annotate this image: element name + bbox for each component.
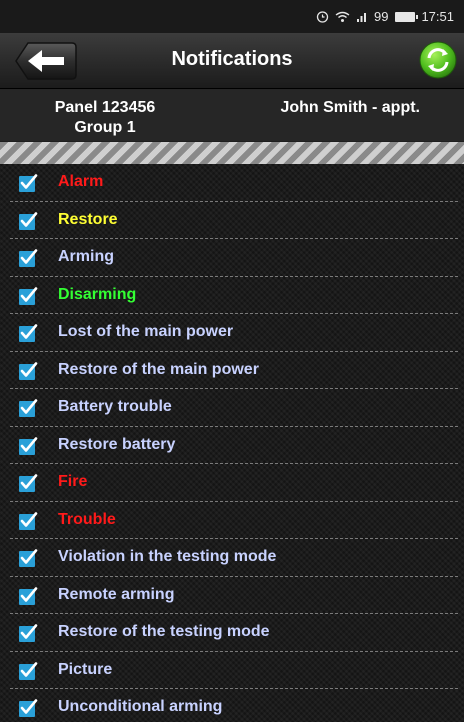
signal-value: 99 xyxy=(373,9,389,24)
checkbox[interactable] xyxy=(18,361,38,381)
notification-row[interactable]: Disarming xyxy=(10,277,458,314)
notification-row[interactable]: Trouble xyxy=(10,502,458,539)
alarm-clock-icon xyxy=(316,10,329,23)
checkbox[interactable] xyxy=(18,211,38,231)
notification-label: Disarming xyxy=(58,285,137,303)
battery-icon xyxy=(395,11,419,22)
notification-label: Arming xyxy=(58,248,114,265)
notification-row[interactable]: Arming xyxy=(10,239,458,277)
notification-row[interactable]: Violation in the testing mode xyxy=(10,539,458,577)
notification-row[interactable]: Fire xyxy=(10,464,458,502)
checkbox[interactable] xyxy=(18,586,38,606)
checkbox[interactable] xyxy=(18,248,38,268)
notification-row[interactable]: Restore battery xyxy=(10,427,458,464)
notification-label: Remote arming xyxy=(58,585,175,603)
app-bar: Notifications xyxy=(0,33,464,89)
notification-row[interactable]: Picture xyxy=(10,652,458,689)
checkbox[interactable] xyxy=(18,323,38,343)
panel-name: Panel 123456 xyxy=(54,99,156,116)
notification-label: Restore of the main power xyxy=(58,360,259,378)
checkbox[interactable] xyxy=(18,623,38,643)
notification-row[interactable]: Battery trouble xyxy=(10,389,458,427)
notification-row[interactable]: Alarm xyxy=(10,164,458,202)
checkbox[interactable] xyxy=(18,436,38,456)
notification-row[interactable]: Restore xyxy=(10,202,458,239)
notification-label: Restore xyxy=(58,210,118,228)
checkbox[interactable] xyxy=(18,511,38,531)
refresh-button[interactable] xyxy=(418,40,458,80)
panel-group: Group 1 xyxy=(74,119,136,136)
notification-row[interactable]: Restore of the testing mode xyxy=(10,614,458,652)
notification-label: Unconditional arming xyxy=(58,698,223,715)
checkbox[interactable] xyxy=(18,698,38,718)
notification-label: Restore battery xyxy=(58,435,176,453)
clock: 17:51 xyxy=(421,9,454,24)
checkbox[interactable] xyxy=(18,548,38,568)
notification-row[interactable]: Remote arming xyxy=(10,577,458,614)
notification-row[interactable]: Lost of the main power xyxy=(10,314,458,352)
notification-label: Trouble xyxy=(58,510,116,528)
notification-label: Battery trouble xyxy=(58,398,172,415)
notification-label: Violation in the testing mode xyxy=(58,548,277,565)
divider-stripe xyxy=(0,142,464,164)
checkbox[interactable] xyxy=(18,173,38,193)
panel-identity: Panel 123456 Group 1 xyxy=(30,98,180,138)
signal-icon xyxy=(356,11,368,23)
checkbox[interactable] xyxy=(18,661,38,681)
checkbox[interactable] xyxy=(18,473,38,493)
status-bar: 99 17:51 xyxy=(0,0,464,33)
notification-row[interactable]: Restore of the main power xyxy=(10,352,458,389)
panel-info: Panel 123456 Group 1 John Smith - appt. xyxy=(0,89,464,141)
notification-label: Alarm xyxy=(58,173,104,190)
notification-row[interactable]: Unconditional arming xyxy=(10,689,458,722)
checkbox[interactable] xyxy=(18,286,38,306)
notification-list: Alarm Restore Arming Disarming Lost of the m… xyxy=(0,164,464,722)
page-title: Notifications xyxy=(171,48,293,70)
notification-label: Lost of the main power xyxy=(58,323,234,340)
panel-user: John Smith - appt. xyxy=(280,99,420,116)
notification-label: Fire xyxy=(58,473,88,490)
notification-label: Restore of the testing mode xyxy=(58,623,270,640)
notification-label: Picture xyxy=(58,660,113,678)
checkbox[interactable] xyxy=(18,398,38,418)
wifi-icon xyxy=(335,11,350,23)
refresh-icon xyxy=(419,41,457,79)
